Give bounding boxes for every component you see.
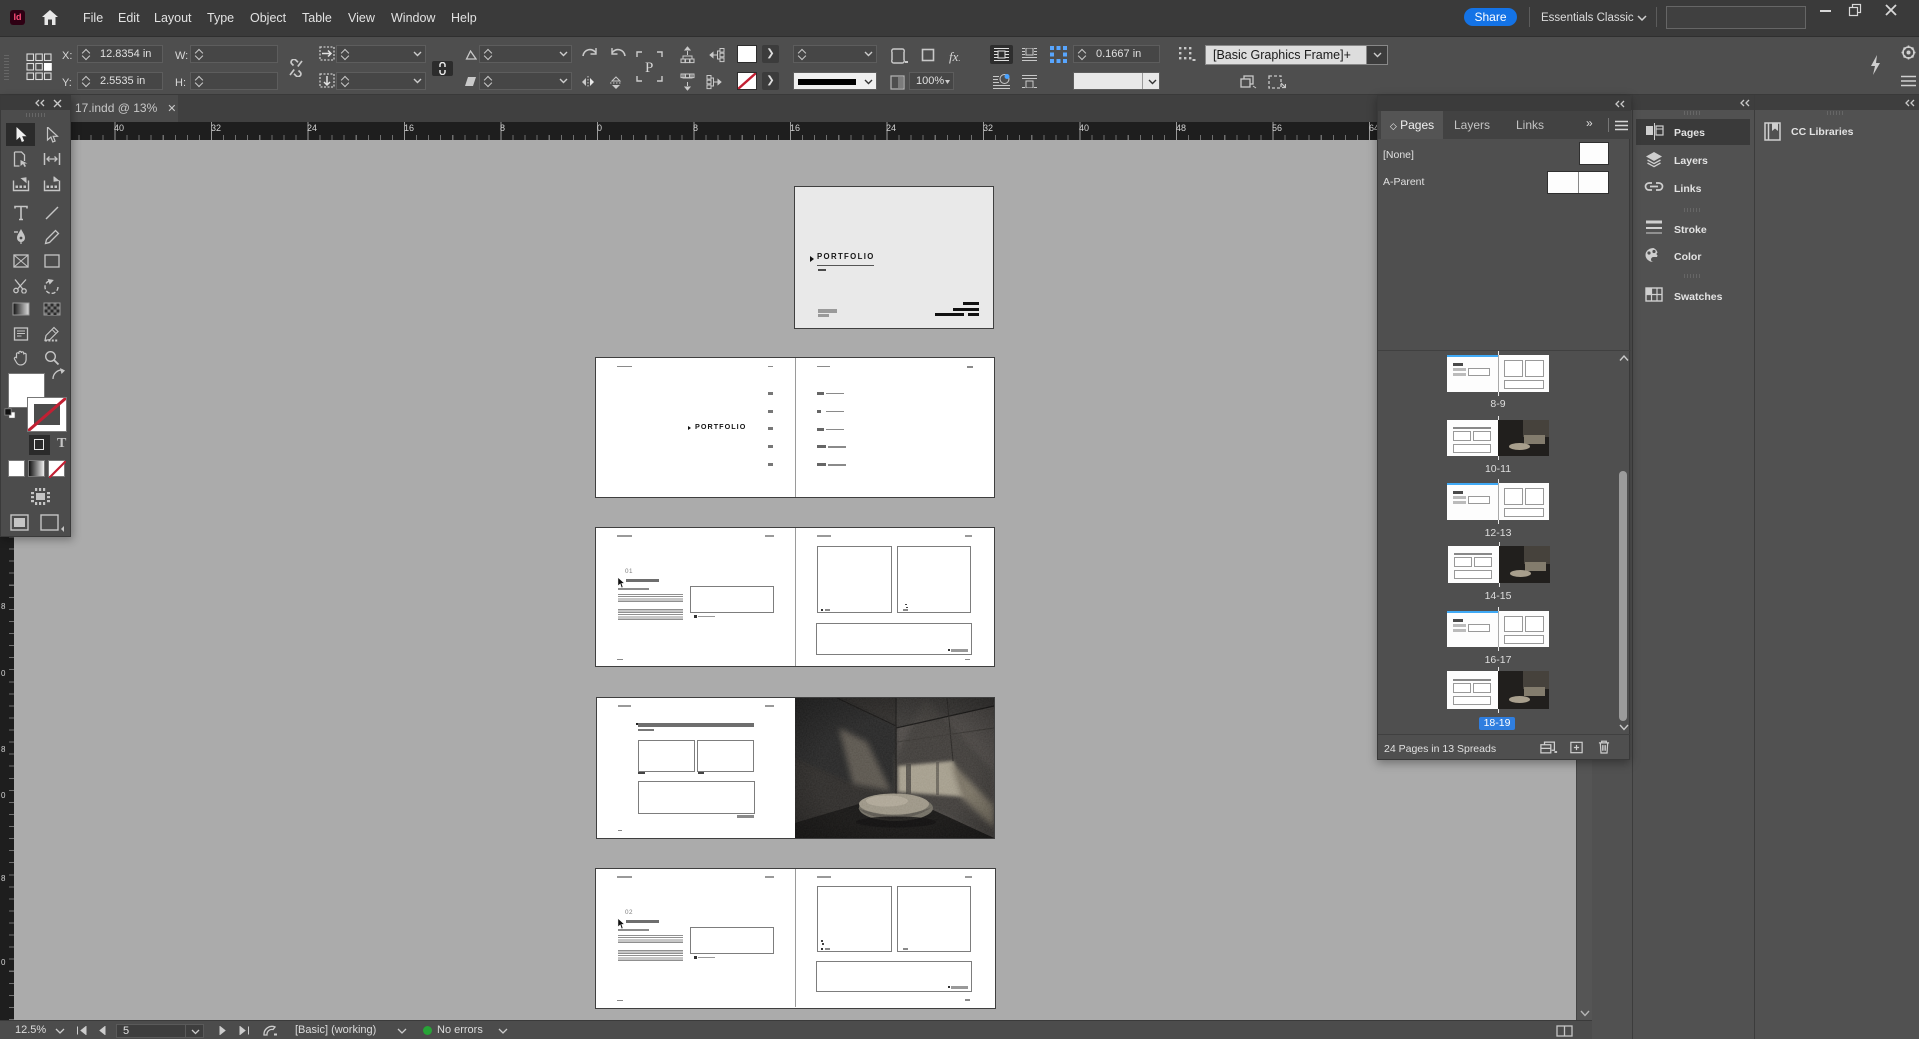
svg-text:P: P bbox=[645, 60, 653, 76]
